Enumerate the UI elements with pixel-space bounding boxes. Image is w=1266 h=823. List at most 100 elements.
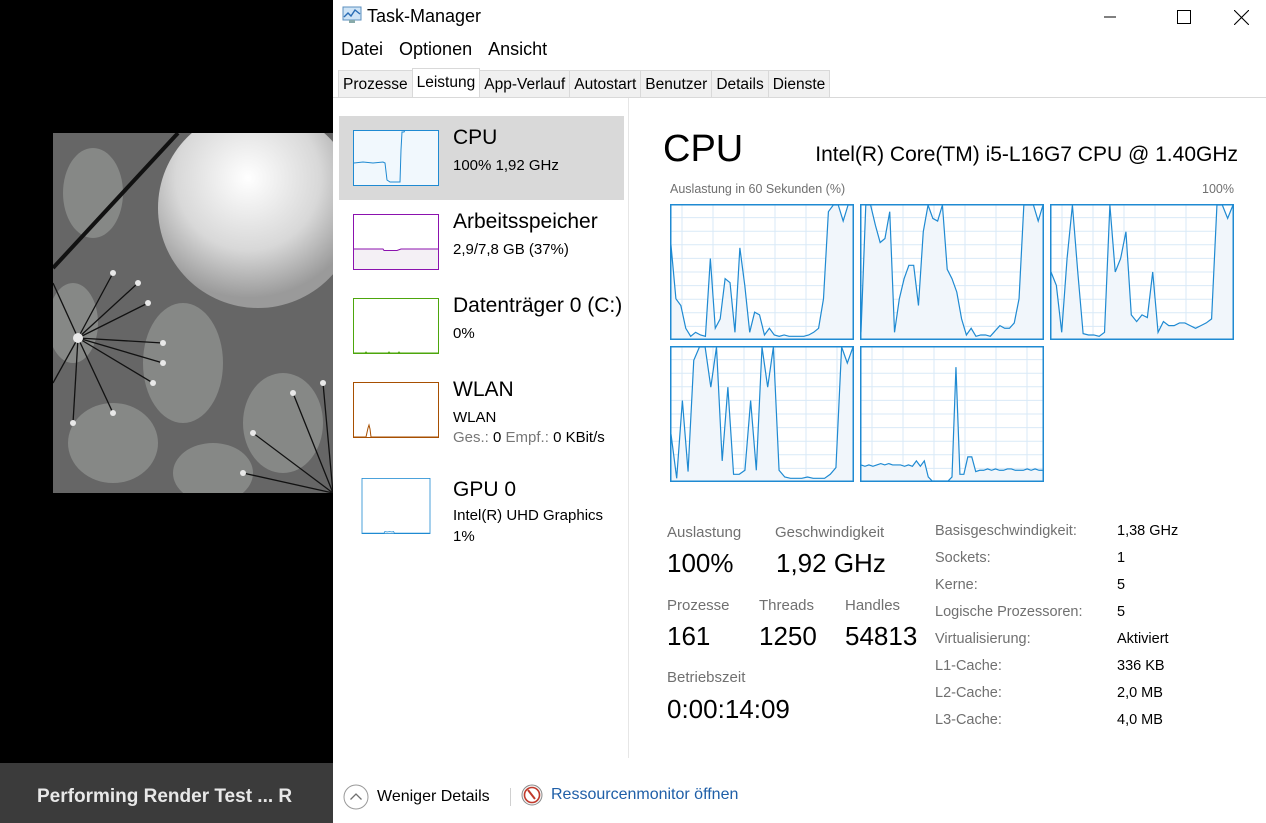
core-graph-svg	[670, 346, 854, 482]
window-title: Task-Manager	[367, 6, 482, 26]
spec-label: Basisgeschwindigkeit:	[935, 523, 1077, 539]
render-status-text: Performing Render Test ... R	[37, 786, 293, 807]
threads-value: 1250	[759, 621, 817, 651]
spec-value: Aktiviert	[1117, 631, 1169, 647]
gpu-thumbnail-graph	[361, 478, 431, 534]
minimize-icon	[1104, 16, 1116, 18]
graph-max-label: 100%	[1202, 182, 1234, 196]
sidebar-wlan-title: WLAN	[453, 378, 514, 401]
core-graph-svg	[1050, 204, 1234, 340]
close-icon	[1233, 9, 1249, 25]
speed-label: Geschwindigkeit	[775, 524, 885, 541]
less-details-label: Weniger Details	[377, 788, 490, 805]
core-graph	[670, 346, 854, 482]
spec-label: L3-Cache:	[935, 712, 1002, 728]
core-graph	[860, 346, 1044, 482]
close-button[interactable]	[1218, 0, 1264, 34]
cpu-model-name: Intel(R) Core(TM) i5-L16G7 CPU @ 1.40GHz	[815, 143, 1238, 166]
spec-value: 5	[1117, 604, 1126, 620]
processes-value: 161	[667, 621, 711, 651]
spec-value: 336 KB	[1117, 658, 1165, 674]
threads-label: Threads	[759, 597, 815, 614]
sidebar-memory-title: Arbeitsspeicher	[453, 210, 598, 233]
sidebar-item-disk[interactable]: Datenträger 0 (C:) 0%	[339, 284, 624, 368]
tab-leistung[interactable]: Leistung	[411, 68, 481, 97]
spec-value: 5	[1117, 577, 1126, 593]
sidebar-gpu-model: Intel(R) UHD Graphics	[453, 507, 604, 524]
tab-prozesse[interactable]: Prozesse	[338, 70, 413, 97]
uptime-label: Betriebszeit	[667, 669, 746, 686]
spec-label: L2-Cache:	[935, 685, 1002, 701]
maximize-button[interactable]	[1161, 0, 1207, 34]
render-preview-image	[53, 133, 333, 493]
menu-bar: Datei Optionen Ansicht	[333, 36, 555, 62]
tab-benutzer[interactable]: Benutzer	[640, 70, 713, 97]
task-manager-icon	[342, 6, 362, 24]
menu-ansicht[interactable]: Ansicht	[480, 36, 555, 62]
memory-thumbnail-graph	[353, 214, 439, 270]
handles-value: 54813	[845, 621, 918, 651]
menu-datei[interactable]: Datei	[333, 36, 391, 62]
cpu-detail-panel: CPU Intel(R) Core(TM) i5-L16G7 CPU @ 1.4…	[663, 98, 1266, 758]
utilization-label: Auslastung	[667, 524, 742, 541]
core-graph	[860, 204, 1044, 340]
sidebar-cpu-value: 100% 1,92 GHz	[453, 157, 559, 174]
chevron-up-icon	[343, 784, 369, 810]
resource-monitor-icon	[521, 784, 543, 806]
spec-label: Virtualisierung:	[935, 631, 1031, 647]
title-bar[interactable]: Task-Manager	[333, 0, 1266, 34]
sidebar-item-gpu[interactable]: GPU 0 Intel(R) UHD Graphics 1%	[339, 466, 624, 550]
resource-monitor-link[interactable]: Ressourcenmonitor öffnen	[521, 784, 738, 806]
sidebar-item-memory[interactable]: Arbeitsspeicher 2,9/7,8 GB (37%)	[339, 200, 624, 284]
core-graph-svg	[670, 204, 854, 340]
spec-label: L1-Cache:	[935, 658, 1002, 674]
spec-value: 2,0 MB	[1117, 685, 1163, 701]
disk-thumbnail-graph	[353, 298, 439, 354]
handles-label: Handles	[845, 597, 901, 614]
less-details-button[interactable]: Weniger Details	[343, 784, 490, 810]
core-graph	[670, 204, 854, 340]
sidebar-wlan-throughput: Ges.: 0 Empf.: 0 KBit/s	[453, 429, 605, 446]
processes-label: Prozesse	[667, 597, 730, 614]
sidebar-memory-value: 2,9/7,8 GB (37%)	[453, 241, 569, 258]
footer-divider	[510, 788, 511, 806]
performance-sidebar: CPU 100% 1,92 GHz Arbeitsspeicher 2,9/7,…	[333, 98, 629, 758]
wlan-recv-value: 0 KBit/s	[553, 429, 605, 446]
graph-caption: Auslastung in 60 Sekunden (%)	[670, 182, 846, 196]
speed-value: 1,92 GHz	[776, 548, 886, 578]
core-graph	[1050, 204, 1234, 340]
spec-value: 1	[1117, 550, 1126, 566]
sidebar-item-cpu[interactable]: CPU 100% 1,92 GHz	[339, 116, 624, 200]
sidebar-gpu-value: 1%	[453, 528, 475, 545]
sidebar-cpu-title: CPU	[453, 126, 498, 149]
minimize-button[interactable]	[1087, 0, 1133, 34]
footer-bar: Weniger Details Ressourcenmonitor öffnen	[333, 778, 1266, 818]
task-manager-window: Task-Manager Datei Optionen Ansicht Proz…	[333, 0, 1266, 823]
menu-optionen[interactable]: Optionen	[391, 36, 480, 62]
tab-autostart[interactable]: Autostart	[569, 70, 642, 97]
utilization-value: 100%	[667, 548, 734, 578]
spec-label: Logische Prozessoren:	[935, 604, 1083, 620]
core-graph-svg	[860, 204, 1044, 340]
tab-details[interactable]: Details	[711, 70, 769, 97]
sidebar-disk-value: 0%	[453, 325, 475, 342]
sidebar-item-wlan[interactable]: WLAN WLAN Ges.: 0 Empf.: 0 KBit/s	[339, 368, 624, 452]
core-graph-svg	[860, 346, 1044, 482]
background-app: Performing Render Test ... R	[0, 0, 333, 823]
wlan-thumbnail-graph	[353, 382, 439, 438]
tab-app-verlauf[interactable]: App-Verlauf	[479, 70, 571, 97]
wlan-send-value: 0	[493, 429, 502, 446]
spec-label: Sockets:	[935, 550, 991, 566]
tab-dienste[interactable]: Dienste	[767, 70, 831, 97]
spec-value: 4,0 MB	[1117, 712, 1163, 728]
wlan-send-label: Ges.:	[453, 429, 489, 446]
sidebar-gpu-title: GPU 0	[453, 478, 517, 501]
spec-value: 1,38 GHz	[1117, 523, 1179, 539]
cpu-thumbnail-graph	[353, 130, 439, 186]
sidebar-wlan-adapter: WLAN	[453, 409, 497, 426]
spec-label: Kerne:	[935, 577, 978, 593]
maximize-icon	[1177, 10, 1191, 24]
cpu-heading: CPU	[663, 128, 744, 170]
sidebar-disk-title: Datenträger 0 (C:)	[453, 294, 623, 317]
resource-monitor-label: Ressourcenmonitor öffnen	[551, 786, 739, 803]
